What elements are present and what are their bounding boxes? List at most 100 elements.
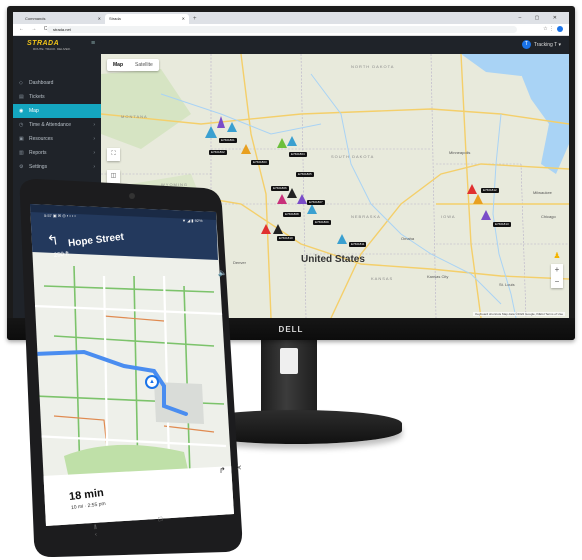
vehicle-markers[interactable] xyxy=(205,116,491,244)
phone-status-left: 5:57 ▣ ✉ ◎ ▪ • • • xyxy=(44,213,76,218)
close-tab-icon[interactable]: ✕ xyxy=(98,14,101,24)
window-controls[interactable]: – ▢ ✕ xyxy=(519,12,563,24)
vehicle-marker[interactable] xyxy=(287,136,297,146)
turn-left-icon: ↰ xyxy=(45,231,60,249)
current-location-icon: ▲ xyxy=(145,375,159,389)
sidebar-item-time-attendance[interactable]: ◷ Time & Attendance › xyxy=(13,118,101,132)
zoom-out-button[interactable]: − xyxy=(551,276,563,288)
chevron-right-icon: › xyxy=(93,164,95,170)
map-view-button[interactable]: Map xyxy=(107,59,129,71)
user-name: Tracking T xyxy=(533,42,558,48)
park-area xyxy=(101,69,191,149)
alt-route-icon[interactable]: ↱ xyxy=(219,466,226,475)
user-menu[interactable]: T Tracking T ▾ xyxy=(521,40,561,50)
city-label: Omaha xyxy=(401,236,415,241)
vehicle-tag[interactable]: E7601811 xyxy=(349,242,367,247)
sidebar-item-dashboard[interactable]: ◇ Dashboard xyxy=(13,76,101,90)
sidebar-item-label: Reports xyxy=(29,150,47,156)
vehicle-tag[interactable]: E7601806 xyxy=(271,186,289,191)
resources-icon: ▣ xyxy=(19,136,24,142)
sidebar-item-label: Resources xyxy=(29,136,53,142)
lake-michigan xyxy=(521,64,569,174)
vehicle-marker[interactable] xyxy=(481,210,491,220)
sidebar-item-resources[interactable]: ▣ Resources › xyxy=(13,132,101,146)
zoom-in-button[interactable]: + xyxy=(551,264,563,276)
browser-tab-strada[interactable]: Strada ✕ xyxy=(105,14,189,24)
logo-tagline: ROUTE. TRACK. DELIVER. xyxy=(33,47,71,51)
city-label: St. Louis xyxy=(499,282,515,287)
sidebar-item-label: Dashboard xyxy=(29,80,54,86)
sidebar-item-reports[interactable]: ▥ Reports › xyxy=(13,146,101,160)
city-label: Minneapolis xyxy=(449,150,471,155)
sidebar-item-settings[interactable]: ⚙ Settings › xyxy=(13,160,101,174)
vehicle-marker[interactable] xyxy=(473,194,483,204)
zoom-controls[interactable]: + − xyxy=(551,264,563,288)
country-label: United States xyxy=(301,254,365,265)
vehicle-tag[interactable]: E7601809 xyxy=(313,220,331,225)
close-tab-icon[interactable]: ✕ xyxy=(182,14,185,24)
city-label: Kansas City xyxy=(427,274,449,279)
reports-icon: ▥ xyxy=(19,150,24,156)
tab-label: Commands xyxy=(25,16,46,21)
city-label: Chicago xyxy=(541,214,556,219)
state-label: IOWA xyxy=(441,214,456,219)
front-camera xyxy=(129,193,135,199)
state-label: NORTH DAKOTA xyxy=(351,64,395,69)
monitor-neck xyxy=(261,336,317,418)
vehicle-tag[interactable]: E7601804 xyxy=(289,152,307,157)
vehicle-tag[interactable]: E7601807 xyxy=(307,200,325,205)
sidebar-item-tickets[interactable]: ▤ Tickets xyxy=(13,90,101,104)
vehicle-tag[interactable]: E7601802 xyxy=(209,150,227,155)
sidebar-item-label: Time & Attendance xyxy=(29,122,72,128)
browser-toolbar-icons[interactable]: ☆ ⋮ xyxy=(543,24,563,35)
city-label: Milwaukee xyxy=(533,190,552,195)
vehicle-marker[interactable] xyxy=(307,204,317,214)
gear-icon: ⚙ xyxy=(19,164,24,170)
browser-tab-commands[interactable]: Commands ✕ xyxy=(21,14,105,24)
vehicle-tag[interactable]: E7601805 xyxy=(296,172,314,177)
vehicle-marker[interactable] xyxy=(297,194,307,204)
satellite-view-button[interactable]: Satellite xyxy=(129,59,159,71)
vehicle-marker[interactable] xyxy=(261,224,271,234)
new-tab-button[interactable]: + xyxy=(193,14,197,24)
map-type-toggle[interactable]: Map Satellite xyxy=(107,59,159,71)
vehicle-tag[interactable]: E7601813 xyxy=(493,222,511,227)
fullscreen-icon[interactable]: ⛶ xyxy=(107,148,120,161)
chevron-right-icon: › xyxy=(93,122,95,128)
dell-logo: DELL xyxy=(278,325,304,334)
vehicle-tag[interactable]: E7601808 xyxy=(283,212,301,217)
map-attribution[interactable]: Keyboard shortcuts Map data ©2022 Google… xyxy=(473,312,565,316)
vehicle-tag[interactable]: E7601810 xyxy=(277,236,295,241)
sidebar-item-label: Tickets xyxy=(29,94,45,100)
nav-buttons[interactable]: ← → C xyxy=(19,24,50,35)
logo-text: STRADA xyxy=(27,40,60,47)
browser-tab-bar: Commands ✕ Strada ✕ + – ▢ ✕ xyxy=(13,12,569,24)
avatar: T xyxy=(521,40,531,50)
menu-icon[interactable]: ≡ xyxy=(91,40,95,47)
clock-icon: ◷ xyxy=(19,122,24,128)
sidebar-item-map[interactable]: ◉ Map xyxy=(13,104,101,118)
phone-status-right: ▼ ◢ ▮ 92% xyxy=(182,218,203,223)
state-label: MONTANA xyxy=(121,114,148,119)
vehicle-marker[interactable] xyxy=(337,234,347,244)
url-field[interactable]: strada.net xyxy=(47,26,517,33)
state-label: SOUTH DAKOTA xyxy=(331,154,375,159)
chevron-right-icon: › xyxy=(93,150,95,156)
vehicle-tag[interactable]: E7601803 xyxy=(251,160,269,165)
sidebar-item-label: Map xyxy=(29,108,39,114)
close-icon[interactable]: ✕ xyxy=(236,464,242,472)
street-view-icon[interactable]: ♟ xyxy=(552,250,562,262)
map-icon: ◉ xyxy=(19,108,24,114)
vehicle-marker[interactable] xyxy=(277,194,287,204)
vehicle-marker[interactable] xyxy=(277,138,287,148)
vehicle-tag[interactable]: E7601801 xyxy=(219,138,237,143)
profile-icon[interactable] xyxy=(557,25,563,32)
vehicle-marker[interactable] xyxy=(227,122,237,132)
sound-icon[interactable]: 🔈 xyxy=(218,269,227,277)
strada-logo[interactable]: STRADA ROUTE. TRACK. DELIVER. xyxy=(23,39,75,51)
chevron-right-icon: › xyxy=(93,136,95,142)
vehicle-marker[interactable] xyxy=(205,126,217,138)
address-bar: ← → C strada.net ☆ ⋮ xyxy=(13,24,569,36)
sidebar-item-label: Settings xyxy=(29,164,48,170)
vehicle-tag[interactable]: E7601812 xyxy=(481,188,499,193)
